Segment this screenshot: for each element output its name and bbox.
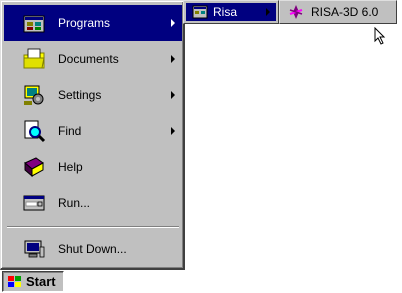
start-button-label: Start: [26, 274, 56, 289]
submenu-arrow-icon: [171, 55, 175, 63]
submenu-item-risa-3d[interactable]: RISA-3D 6.0: [282, 3, 394, 21]
menu-item-settings[interactable]: Settings: [4, 77, 182, 113]
submenu-item-label: Risa: [213, 5, 238, 19]
menu-item-find[interactable]: Find: [4, 113, 182, 149]
settings-icon: [24, 85, 44, 105]
programs-icon: [23, 15, 45, 33]
risa-submenu: RISA-3D 6.0: [279, 0, 397, 24]
menu-item-run[interactable]: Run...: [4, 185, 182, 221]
submenu-arrow-icon: [171, 127, 175, 135]
taskbar: Start: [0, 270, 402, 293]
menu-separator: [7, 226, 179, 228]
programs-submenu: Risa: [183, 0, 279, 24]
submenu-item-label: RISA-3D 6.0: [311, 5, 379, 19]
menu-item-label: Documents: [58, 52, 119, 66]
menu-item-help[interactable]: Help: [4, 149, 182, 185]
risa-app-icon: [289, 5, 303, 19]
help-icon: [24, 157, 44, 178]
menu-item-label: Help: [58, 160, 83, 174]
menu-item-label: Settings: [58, 88, 102, 102]
submenu-item-risa[interactable]: Risa: [186, 3, 276, 21]
program-group-icon: [192, 5, 208, 19]
find-icon: [24, 120, 46, 143]
menu-item-shut-down[interactable]: Shut Down...: [4, 231, 182, 267]
menu-item-label: Run...: [58, 196, 91, 210]
menu-item-programs[interactable]: Programs: [4, 5, 182, 41]
start-button[interactable]: Start: [2, 271, 64, 292]
start-menu: Programs Documents Settings Find Help Ru…: [0, 0, 185, 270]
menu-item-label: Find: [58, 124, 82, 138]
menu-item-label: Shut Down...: [58, 242, 127, 256]
menu-item-documents[interactable]: Documents: [4, 41, 182, 77]
mouse-cursor-icon: [374, 27, 386, 45]
shutdown-icon: [24, 240, 45, 258]
submenu-arrow-icon: [266, 8, 270, 16]
windows-logo-icon: [8, 275, 21, 287]
documents-icon: [23, 48, 45, 69]
submenu-arrow-icon: [171, 19, 175, 27]
submenu-arrow-icon: [171, 91, 175, 99]
menu-item-label: Programs: [58, 16, 111, 30]
run-icon: [23, 195, 45, 211]
